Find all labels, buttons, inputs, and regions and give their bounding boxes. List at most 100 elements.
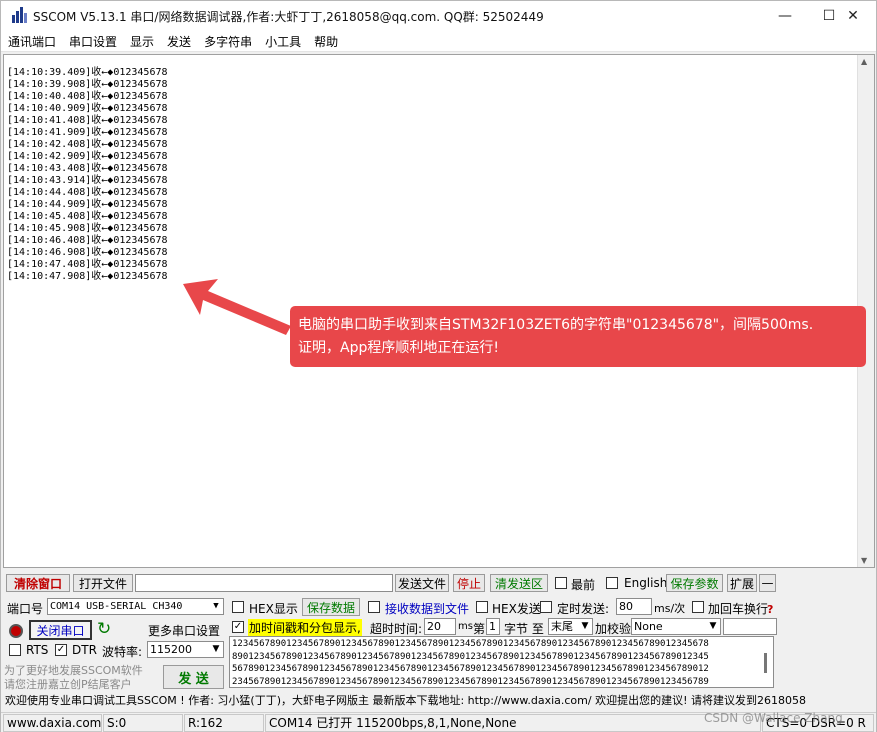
clear-window-button[interactable]: 清除窗口 — [6, 574, 70, 592]
receive-line: [14:10:46.408]收←◆012345678 — [7, 235, 168, 246]
add-crlf-checkbox[interactable] — [692, 601, 704, 613]
promo-line-2[interactable]: 请您注册嘉立创P结尾客户 — [4, 676, 132, 692]
receive-line: [14:10:41.909]收←◆012345678 — [7, 127, 168, 138]
save-data-button[interactable]: 保存数据 — [302, 598, 360, 616]
receive-line: [14:10:39.409]收←◆012345678 — [7, 67, 168, 78]
port-label: 端口号 — [7, 602, 44, 616]
timed-send-checkbox[interactable] — [540, 601, 552, 613]
title-bar[interactable]: SSCOM V5.13.1 串口/网络数据调试器,作者:大虾丁丁,2618058… — [1, 1, 876, 31]
baud-label: 波特率: — [102, 645, 143, 659]
close-icon[interactable]: ✕ — [831, 1, 875, 31]
more-settings-link[interactable]: 更多串口设置 — [148, 622, 220, 639]
scroll-up-icon[interactable]: ▲ — [861, 57, 867, 66]
menu-serial-settings[interactable]: 串口设置 — [62, 33, 123, 50]
nth-label: 第 — [473, 622, 486, 636]
timeout-label: 超时时间: — [370, 622, 423, 636]
send-file-button[interactable]: 发送文件 — [395, 574, 449, 592]
hex-display-checkbox[interactable] — [232, 601, 244, 613]
english-checkbox[interactable] — [606, 577, 618, 589]
status-port-state: COM14 已打开 115200bps,8,1,None,None — [265, 714, 761, 732]
hex-send-label: HEX发送 — [492, 602, 541, 616]
timeout-input[interactable]: 20 — [424, 618, 456, 635]
save-params-button[interactable]: 保存参数 — [666, 574, 723, 592]
receive-line: [14:10:41.408]收←◆012345678 — [7, 115, 168, 126]
app-icon — [11, 7, 27, 25]
frontmost-checkbox[interactable] — [555, 577, 567, 589]
receive-line: [14:10:44.909]收←◆012345678 — [7, 199, 168, 210]
help-icon[interactable]: ? — [767, 603, 773, 616]
file-path-input[interactable] — [135, 574, 393, 592]
send-line: 5678901234567890123456789012345678901234… — [232, 664, 709, 674]
checksum-select-value: None — [634, 620, 663, 633]
receive-line: [14:10:46.908]收←◆012345678 — [7, 247, 168, 258]
hex-display-label: HEX显示 — [249, 602, 298, 616]
add-crlf-label: 加回车换行 — [708, 602, 769, 616]
menu-help[interactable]: 帮助 — [307, 33, 344, 50]
status-sent: S:0 — [103, 714, 183, 732]
end-select-value: 末尾 — [551, 620, 573, 633]
port-status-icon — [9, 624, 23, 638]
timestamp-checkbox[interactable]: ✓ — [232, 621, 244, 633]
menu-multi-string[interactable]: 多字符串 — [197, 33, 258, 50]
rts-label: RTS — [26, 643, 49, 657]
chevron-down-icon: ▼ — [213, 601, 219, 611]
status-received: R:162 — [184, 714, 264, 732]
timed-send-unit: ms/次 — [654, 602, 686, 615]
receive-line: [14:10:40.909]收←◆012345678 — [7, 103, 168, 114]
scroll-down-icon[interactable]: ▼ — [861, 556, 867, 565]
menu-tools[interactable]: 小工具 — [258, 33, 307, 50]
hex-send-checkbox[interactable] — [476, 601, 488, 613]
english-label: English — [624, 576, 668, 590]
menu-send[interactable]: 发送 — [160, 33, 197, 50]
send-line: 2345678901234567890123456789012345678901… — [232, 676, 709, 687]
status-website[interactable]: www.daxia.com — [3, 714, 102, 732]
nth-input[interactable]: 1 — [486, 618, 500, 635]
annotation-callout: 电脑的串口助手收到来自STM32F103ZET6的字符串"012345678"，… — [290, 306, 866, 367]
recv-to-file-checkbox[interactable] — [368, 601, 380, 613]
end-select[interactable]: 末尾 ▼ — [548, 618, 593, 635]
receive-line: [14:10:42.408]收←◆012345678 — [7, 139, 168, 150]
callout-line-2: 证明，App程序顺利地正在运行! — [298, 340, 499, 356]
chevron-down-icon: ▼ — [581, 621, 589, 631]
rts-checkbox[interactable] — [9, 644, 21, 656]
port-select[interactable]: COM14 USB-SERIAL CH340 ▼ — [47, 598, 224, 615]
port-select-value: COM14 USB-SERIAL CH340 — [50, 601, 183, 612]
collapse-button[interactable]: — — [759, 574, 776, 592]
receive-line: [14:10:42.909]收←◆012345678 — [7, 151, 168, 162]
recv-to-file-label: 接收数据到文件 — [385, 602, 470, 616]
dtr-checkbox[interactable]: ✓ — [55, 644, 67, 656]
callout-line-1: 电脑的串口助手收到来自STM32F103ZET6的字符串"012345678"，… — [298, 317, 814, 333]
baud-select[interactable]: 115200 ▼ — [147, 641, 224, 658]
clear-send-area-button[interactable]: 清发送区 — [490, 574, 548, 592]
chevron-down-icon: ▼ — [709, 621, 717, 631]
stop-button[interactable]: 停止 — [453, 574, 485, 592]
send-line: 8901234567890123456789012345678901234567… — [232, 651, 709, 662]
send-textarea[interactable]: 1234567890123456789012345678901234567890… — [229, 636, 774, 688]
checksum-select[interactable]: None ▼ — [631, 618, 721, 635]
menu-comm-port[interactable]: 通讯端口 — [1, 33, 62, 50]
app-window: SSCOM V5.13.1 串口/网络数据调试器,作者:大虾丁丁,2618058… — [0, 0, 877, 732]
receive-line: [14:10:43.408]收←◆012345678 — [7, 163, 168, 174]
byte-to-label: 字节 至 — [504, 622, 544, 636]
timeout-unit: ms — [458, 621, 473, 632]
receive-line: [14:10:43.914]收←◆012345678 — [7, 175, 168, 186]
receive-line: [14:10:47.408]收←◆012345678 — [7, 259, 168, 270]
send-button[interactable]: 发 送 — [163, 665, 224, 689]
menu-bar: 通讯端口 串口设置 显示 发送 多字符串 小工具 帮助 — [1, 31, 876, 52]
receive-line: [14:10:45.908]收←◆012345678 — [7, 223, 168, 234]
send-scrollbar[interactable] — [764, 653, 767, 673]
receive-line: [14:10:47.908]收←◆012345678 — [7, 271, 168, 282]
frontmost-label: 最前 — [571, 578, 596, 592]
refresh-icon[interactable]: ↻ — [97, 619, 111, 639]
open-file-button[interactable]: 打开文件 — [73, 574, 133, 592]
receive-line: [14:10:44.408]收←◆012345678 — [7, 187, 168, 198]
close-port-button[interactable]: 关闭串口 — [29, 620, 92, 640]
baud-select-value: 115200 — [150, 643, 192, 656]
expand-button[interactable]: 扩展 — [727, 574, 757, 592]
status-bar: www.daxia.com S:0 R:162 COM14 已打开 115200… — [1, 711, 876, 732]
checksum-output — [723, 618, 777, 635]
menu-display[interactable]: 显示 — [123, 33, 160, 50]
window-title: SSCOM V5.13.1 串口/网络数据调试器,作者:大虾丁丁,2618058… — [33, 9, 544, 24]
timed-send-interval-input[interactable]: 80 — [616, 598, 652, 615]
chevron-down-icon: ▼ — [212, 644, 220, 654]
